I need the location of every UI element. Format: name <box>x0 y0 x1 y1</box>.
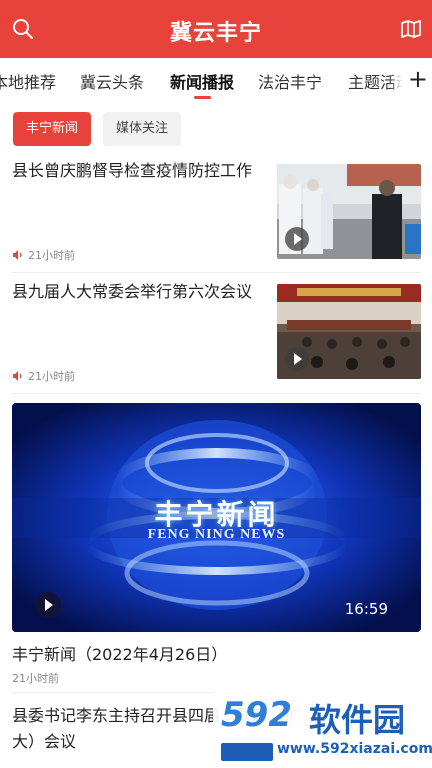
divider <box>12 393 420 394</box>
list-item[interactable]: 县长曾庆鹏督导检查疫情防控工作 21小时前 <box>0 157 432 269</box>
watermark-tag <box>221 743 273 761</box>
featured-video[interactable]: 丰宁新闻 FENG NING NEWS 16:59 <box>12 403 421 632</box>
article-time: 21小时前 <box>28 370 75 383</box>
article-meta: 21小时前 <box>12 247 75 263</box>
channel-tabs: 本地推荐 冀云头条 新闻播报 法治丰宁 主题活动 + <box>0 58 432 104</box>
audio-icon <box>13 371 22 381</box>
video-duration: 16:59 <box>344 600 388 618</box>
watermark-number: 592 <box>221 695 292 735</box>
divider <box>12 272 420 273</box>
tab-news-broadcast[interactable]: 新闻播报 <box>170 69 234 93</box>
list-item[interactable]: 县九届人大常委会举行第六次会议 21小时前 <box>0 278 432 390</box>
add-channel-button[interactable]: + <box>408 66 428 92</box>
audio-icon <box>13 250 22 260</box>
video-brand-subtitle: FENG NING NEWS <box>147 527 286 542</box>
site-watermark: 592 软件园 www.592xiazai.com <box>213 689 432 768</box>
watermark-name: 软件园 <box>309 701 406 739</box>
article-thumbnail[interactable] <box>277 284 421 379</box>
active-tab-indicator <box>194 96 211 99</box>
video-time: 21小时前 <box>12 672 59 685</box>
tab-local-recommend[interactable]: 本地推荐 <box>0 69 56 93</box>
subtab-media-focus[interactable]: 媒体关注 <box>103 112 181 146</box>
tab-law-fengning[interactable]: 法治丰宁 <box>258 69 322 93</box>
play-icon[interactable] <box>35 592 61 618</box>
video-title[interactable]: 丰宁新闻（2022年4月26日） <box>12 641 227 665</box>
article-meta: 21小时前 <box>12 368 75 384</box>
app-header: 冀云丰宁 <box>0 0 432 58</box>
watermark-url: www.592xiazai.com <box>277 741 432 757</box>
article-title: 县长曾庆鹏督导检查疫情防控工作 <box>12 161 253 180</box>
add-channel-area: + <box>402 58 432 104</box>
article-thumbnail[interactable] <box>277 164 421 259</box>
article-time: 21小时前 <box>28 249 75 262</box>
map-icon[interactable] <box>400 19 422 39</box>
play-icon[interactable] <box>285 227 309 251</box>
play-icon[interactable] <box>285 347 309 371</box>
subtab-fengning-news[interactable]: 丰宁新闻 <box>13 112 91 146</box>
article-title: 县九届人大常委会举行第六次会议 <box>12 282 253 301</box>
app-title: 冀云丰宁 <box>169 21 262 46</box>
tab-jiyun-headline[interactable]: 冀云头条 <box>80 69 144 93</box>
